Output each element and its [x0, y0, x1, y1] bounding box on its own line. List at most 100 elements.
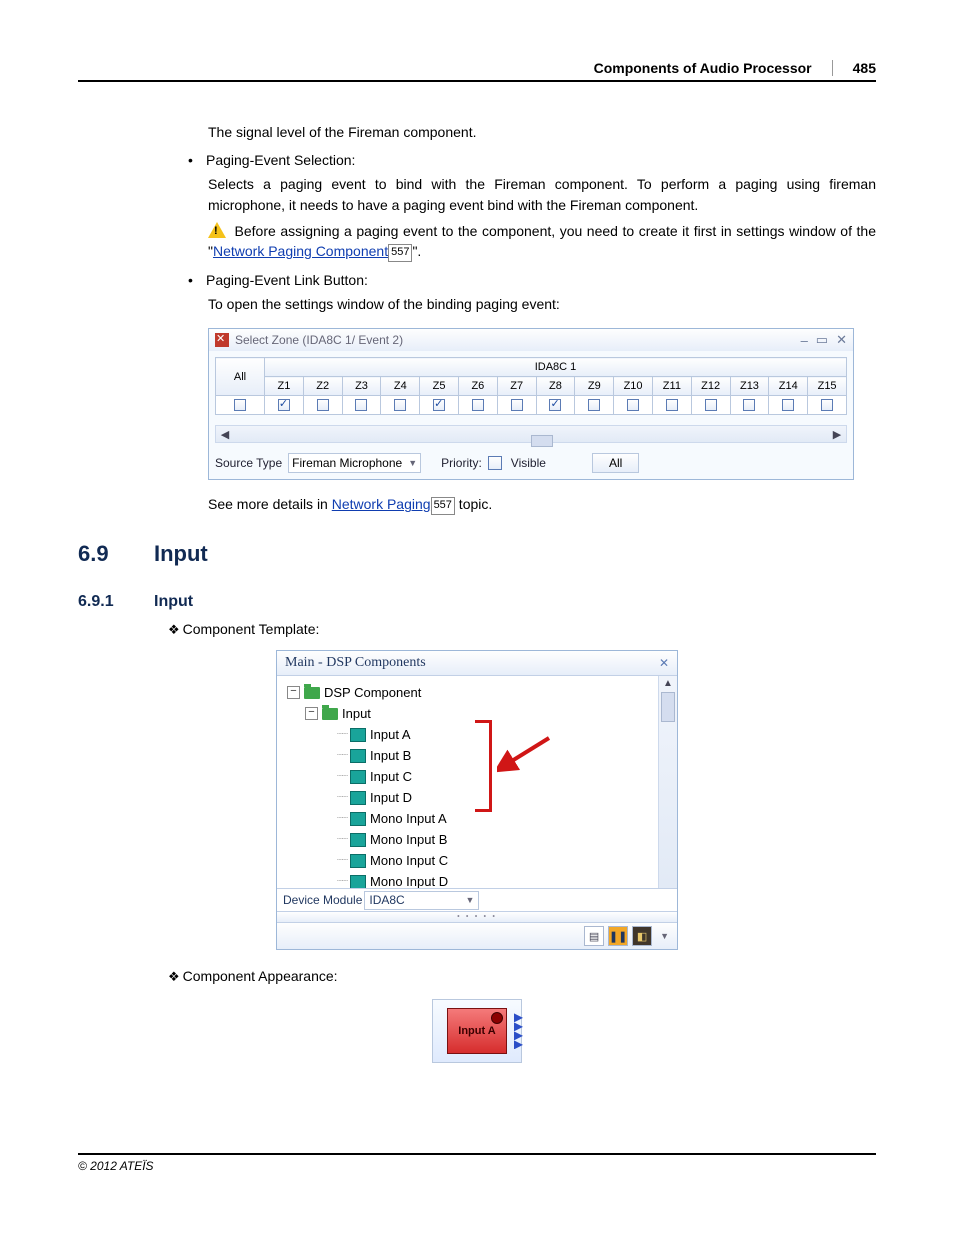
tree-item[interactable]: ┈┈Mono Input C: [337, 850, 677, 871]
diamond-bullet-icon: ❖: [168, 622, 180, 638]
window-titlebar: Select Zone (IDA8C 1/ Event 2) – ▭ ✕: [209, 329, 853, 351]
folder-icon: [322, 708, 338, 720]
device-header: IDA8C 1: [265, 358, 847, 377]
scroll-up-icon[interactable]: ▲: [659, 676, 677, 692]
network-paging-link[interactable]: Network Paging: [332, 496, 431, 512]
zone-col: Z8: [536, 377, 575, 396]
zone-checkbox[interactable]: [265, 396, 304, 415]
device-module-bar: Device Module IDA8C ▼: [277, 888, 677, 911]
led-icon: [491, 1012, 503, 1024]
scroll-left-icon[interactable]: ◀: [216, 428, 234, 441]
tool-icon-1[interactable]: ▤: [584, 926, 604, 946]
leaf-icon: [350, 770, 366, 784]
tool-icon-3[interactable]: ◧: [632, 926, 652, 946]
tree-label: Mono Input A: [370, 811, 447, 826]
zone-checkbox[interactable]: [536, 396, 575, 415]
paragraph: To open the settings window of the bindi…: [208, 294, 876, 314]
tree-item[interactable]: ┈┈Mono Input A: [337, 808, 677, 829]
tree-label: Input D: [370, 790, 412, 805]
subsection-title: Input: [154, 593, 193, 611]
zone-col: Z5: [420, 377, 459, 396]
source-type-select[interactable]: Fireman Microphone ▼: [288, 453, 421, 473]
zone-checkbox[interactable]: [420, 396, 459, 415]
zone-checkbox[interactable]: [769, 396, 808, 415]
horizontal-scrollbar[interactable]: ◀ ▶: [215, 425, 847, 443]
bullet-item: • Paging-Event Selection:: [188, 152, 876, 168]
tree-label: Input B: [370, 748, 411, 763]
zone-checkbox[interactable]: [575, 396, 614, 415]
tool-icon-2[interactable]: ❚❚: [608, 926, 628, 946]
chevron-down-icon: ▼: [408, 458, 417, 468]
zone-col: Z6: [458, 377, 497, 396]
window-titlebar: Main - DSP Components ✕: [277, 651, 677, 676]
scroll-thumb[interactable]: [531, 435, 553, 447]
grip-handle[interactable]: • • • • •: [277, 911, 677, 922]
tree-item[interactable]: ┈┈Input D: [337, 787, 677, 808]
zone-all-checkbox[interactable]: [216, 396, 265, 415]
zone-col: Z13: [730, 377, 769, 396]
close-icon[interactable]: ✕: [836, 332, 847, 348]
vertical-scrollbar[interactable]: ▲: [658, 676, 677, 888]
all-button[interactable]: All: [592, 453, 639, 473]
collapse-icon[interactable]: −: [305, 707, 318, 720]
warning-text-b: ".: [412, 243, 421, 259]
zone-checkbox[interactable]: [730, 396, 769, 415]
bullet-dot-icon: •: [188, 272, 206, 288]
paragraph: The signal level of the Fireman componen…: [208, 122, 876, 142]
folder-icon: [304, 687, 320, 699]
network-paging-component-link[interactable]: Network Paging Component: [213, 243, 388, 259]
scroll-thumb[interactable]: [661, 692, 675, 722]
tree-label: DSP Component: [324, 685, 421, 700]
annotation-bracket: [475, 720, 492, 812]
subsection-number: 6.9.1: [78, 593, 154, 611]
zone-col: Z10: [614, 377, 653, 396]
visible-checkbox[interactable]: [488, 456, 502, 470]
zone-col: Z9: [575, 377, 614, 396]
zone-checkbox[interactable]: [614, 396, 653, 415]
component-appearance-block: Input A: [432, 999, 522, 1063]
output-port-icon[interactable]: [514, 1013, 524, 1049]
all-header[interactable]: All: [216, 358, 265, 396]
zone-checkbox[interactable]: [381, 396, 420, 415]
zone-table: All IDA8C 1 Z1 Z2 Z3 Z4 Z5 Z6 Z7 Z8 Z9 Z…: [215, 357, 847, 415]
collapse-icon[interactable]: −: [287, 686, 300, 699]
source-type-value: Fireman Microphone: [292, 456, 402, 470]
section-title: Input: [154, 541, 208, 567]
zone-checkbox[interactable]: [652, 396, 691, 415]
page-header: Components of Audio Processor 485: [78, 60, 876, 82]
component-node[interactable]: Input A: [447, 1008, 507, 1054]
page-ref: 557: [431, 497, 455, 515]
device-module-value: IDA8C: [369, 893, 404, 907]
bullet-text: Paging-Event Link Button:: [206, 272, 368, 288]
scroll-right-icon[interactable]: ▶: [828, 428, 846, 441]
zone-checkbox[interactable]: [458, 396, 497, 415]
annotation-arrow-icon: [497, 734, 557, 774]
zone-checkbox[interactable]: [342, 396, 381, 415]
leaf-icon: [350, 791, 366, 805]
close-icon[interactable]: ✕: [659, 656, 669, 671]
minimize-icon[interactable]: –: [801, 333, 808, 348]
tree-item[interactable]: ┈┈Mono Input D: [337, 871, 677, 888]
zone-checkbox[interactable]: [808, 396, 847, 415]
bullet-item: • Paging-Event Link Button:: [188, 272, 876, 288]
text: topic.: [455, 496, 492, 512]
maximize-icon[interactable]: ▭: [816, 332, 828, 348]
priority-label: Priority:: [441, 456, 482, 470]
zone-checkbox[interactable]: [691, 396, 730, 415]
zone-checkbox[interactable]: [303, 396, 342, 415]
tree-item[interactable]: ┈┈Mono Input B: [337, 829, 677, 850]
tree-body: − DSP Component − Input ┈┈Input A ┈┈Inpu…: [277, 676, 677, 888]
page-ref: 557: [388, 244, 412, 262]
leaf-icon: [350, 875, 366, 889]
dsp-components-window: Main - DSP Components ✕ − DSP Component …: [276, 650, 678, 950]
subsection-heading: 6.9.1 Input: [78, 593, 876, 611]
zone-col: Z4: [381, 377, 420, 396]
zone-col: Z15: [808, 377, 847, 396]
leaf-icon: [350, 728, 366, 742]
chevron-down-icon[interactable]: ▼: [660, 931, 669, 941]
zone-checkbox[interactable]: [497, 396, 536, 415]
leaf-icon: [350, 854, 366, 868]
device-module-select[interactable]: IDA8C ▼: [364, 891, 479, 910]
device-module-label: Device Module: [283, 893, 362, 907]
tree-root[interactable]: − DSP Component: [287, 682, 677, 703]
